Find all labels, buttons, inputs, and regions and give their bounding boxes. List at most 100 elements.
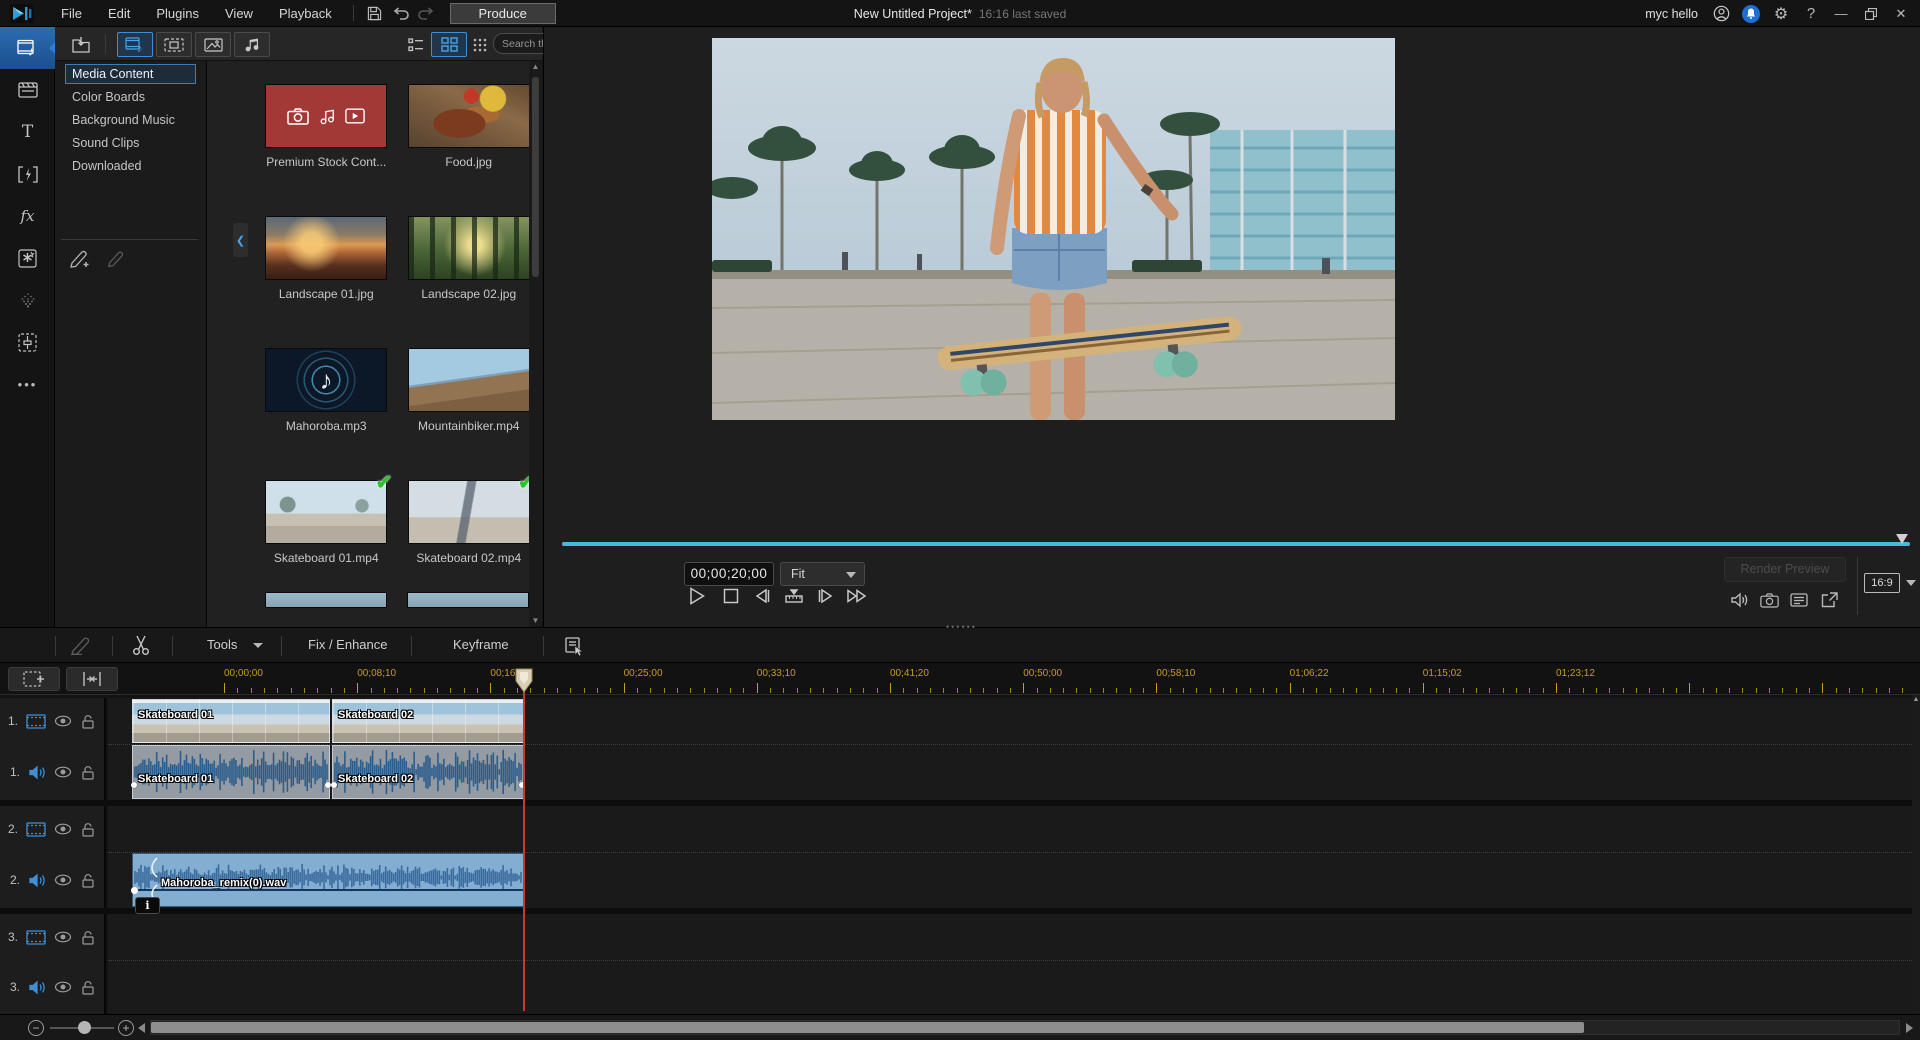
select-clip-icon[interactable] <box>564 636 584 656</box>
panel-resize-handle[interactable]: •••••• <box>946 622 977 632</box>
collapse-categories-button[interactable]: ❮ <box>233 223 248 257</box>
tag-icon[interactable] <box>107 249 127 269</box>
library-item-partial[interactable] <box>265 592 387 608</box>
scroll-up-icon[interactable]: ▲ <box>529 61 542 73</box>
zoom-slider-thumb[interactable] <box>78 1021 91 1034</box>
scroll-down-icon[interactable]: ▼ <box>529 615 542 627</box>
tools-menu[interactable]: Tools <box>207 637 237 652</box>
undock-window-icon[interactable] <box>1816 589 1842 611</box>
grid-view-button[interactable] <box>431 32 467 57</box>
account-avatar-icon[interactable] <box>1708 0 1734 27</box>
add-tag-icon[interactable] <box>69 249 91 269</box>
playhead-line[interactable] <box>523 692 525 1011</box>
split-scissors-icon[interactable] <box>132 635 150 656</box>
restore-button[interactable] <box>1858 0 1884 27</box>
menu-file[interactable]: File <box>48 0 95 27</box>
sidebar-overlay-room[interactable] <box>0 237 55 279</box>
library-item[interactable]: Mahoroba.mp3 <box>260 348 392 480</box>
scroll-up-icon[interactable]: ▲ <box>1912 695 1920 705</box>
sidebar-particle-room[interactable] <box>0 279 55 321</box>
volume-keyframe-dot[interactable] <box>131 887 138 894</box>
filter-video-button[interactable] <box>156 32 192 57</box>
timeline-clip-audio[interactable]: Skateboard 01 <box>132 745 330 799</box>
lock-icon[interactable] <box>80 873 96 888</box>
fast-forward-button[interactable] <box>844 583 870 609</box>
aspect-ratio-selector[interactable]: 16:9 <box>1864 573 1900 593</box>
sidebar-effects-room[interactable]: fx <box>0 195 55 237</box>
fit-timeline-button[interactable]: + <box>118 1020 134 1036</box>
volume-speaker-icon[interactable] <box>1726 589 1752 611</box>
video-track-2-lane[interactable] <box>108 806 1912 852</box>
fix-enhance-button[interactable]: Fix / Enhance <box>308 637 388 652</box>
volume-rubber-band[interactable] <box>133 889 523 891</box>
timeline-ruler[interactable]: 00;00;0000;08;1000;16;2000;25;0000;33;10… <box>0 663 1920 695</box>
sidebar-project-room[interactable] <box>0 69 55 111</box>
import-media-button[interactable] <box>67 32 95 57</box>
timeline-clip-video[interactable]: Skateboard 01 <box>132 699 330 743</box>
category-item[interactable]: Background Music <box>65 110 196 130</box>
video-track-3-lane[interactable] <box>108 914 1912 960</box>
preview-quality-icon[interactable] <box>1786 589 1812 611</box>
library-scrollbar[interactable]: ▲ ▼ <box>529 61 542 627</box>
category-item[interactable]: Color Boards <box>65 87 196 107</box>
library-menu-button[interactable] <box>469 32 491 57</box>
menu-view[interactable]: View <box>212 0 266 27</box>
sidebar-masking-room[interactable] <box>0 321 55 363</box>
timeline-horizontal-scrollbar[interactable] <box>150 1020 1900 1035</box>
eye-icon[interactable] <box>54 931 72 943</box>
seek-to-marker-button[interactable] <box>781 583 807 609</box>
lock-icon[interactable] <box>80 765 96 780</box>
timeline-clip-video[interactable]: Skateboard 02 <box>332 699 524 743</box>
eye-icon[interactable] <box>54 874 72 886</box>
snapshot-camera-icon[interactable] <box>1756 589 1782 611</box>
playhead-marker[interactable] <box>515 668 533 693</box>
sidebar-title-room[interactable]: T <box>0 111 55 153</box>
previous-frame-button[interactable] <box>749 583 775 609</box>
timeline-clip-audio[interactable]: Skateboard 02 <box>332 745 524 799</box>
menu-edit[interactable]: Edit <box>95 0 143 27</box>
scrollbar-thumb[interactable] <box>532 77 539 277</box>
timeline-vertical-scrollbar[interactable]: ▲ <box>1912 695 1920 1014</box>
lock-icon[interactable] <box>80 714 96 729</box>
next-frame-button[interactable] <box>813 583 839 609</box>
lock-icon[interactable] <box>80 930 96 945</box>
redo-button[interactable] <box>414 0 440 27</box>
preview-seekbar[interactable] <box>562 542 1910 546</box>
eye-icon[interactable] <box>54 823 72 835</box>
scroll-left-icon[interactable] <box>138 1023 145 1033</box>
library-item-partial[interactable] <box>407 592 529 608</box>
help-icon[interactable]: ? <box>1798 0 1824 27</box>
filter-all-media-button[interactable]: ♪ <box>117 32 153 57</box>
eye-icon[interactable] <box>54 981 72 993</box>
scrollbar-thumb[interactable] <box>151 1022 1584 1033</box>
notifications-bell-icon[interactable] <box>1738 0 1764 27</box>
track-manager-button[interactable] <box>8 667 60 691</box>
lock-icon[interactable] <box>80 980 96 995</box>
category-item[interactable]: Media Content <box>65 64 196 84</box>
eye-icon[interactable] <box>54 715 72 727</box>
clip-info-badge[interactable]: i <box>135 897 160 914</box>
timeline-clip-music[interactable]: Mahoroba_remix(0).wav i <box>132 853 524 907</box>
category-item[interactable]: Downloaded <box>65 156 196 176</box>
sidebar-more-rooms[interactable]: ••• <box>0 363 55 405</box>
chevron-down-icon[interactable] <box>1906 580 1916 586</box>
minimize-button[interactable]: — <box>1828 0 1854 27</box>
snap-to-clips-button[interactable] <box>66 667 118 691</box>
eye-icon[interactable] <box>54 766 72 778</box>
menu-plugins[interactable]: Plugins <box>143 0 212 27</box>
category-item[interactable]: Sound Clips <box>65 133 196 153</box>
keyframe-button[interactable]: Keyframe <box>453 637 509 652</box>
settings-gear-icon[interactable]: ⚙ <box>1768 0 1794 27</box>
stop-button[interactable] <box>718 583 744 609</box>
save-button[interactable] <box>362 0 388 27</box>
menu-playback[interactable]: Playback <box>266 0 345 27</box>
produce-button[interactable]: Produce <box>450 3 556 24</box>
library-item[interactable]: Landscape 01.jpg <box>260 216 392 348</box>
render-preview-button[interactable]: Render Preview <box>1724 557 1846 582</box>
sidebar-transition-room[interactable] <box>0 153 55 195</box>
library-item[interactable]: Premium Stock Cont... <box>260 84 392 216</box>
sidebar-media-room[interactable]: ♪ <box>0 27 55 69</box>
audio-track-3-lane[interactable] <box>108 960 1912 1014</box>
seekbar-handle[interactable] <box>1896 534 1908 544</box>
scroll-right-icon[interactable] <box>1906 1023 1913 1033</box>
